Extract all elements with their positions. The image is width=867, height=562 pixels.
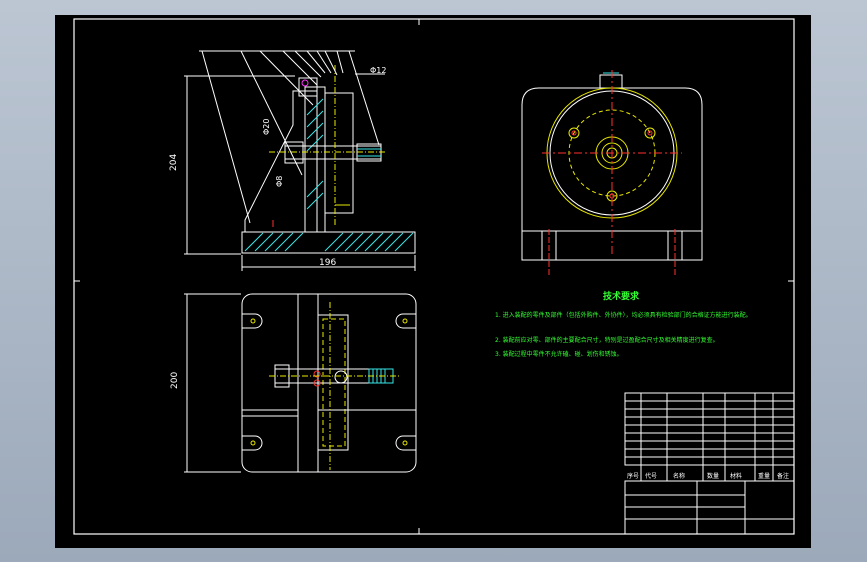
bom-col-name: 名称: [673, 472, 685, 480]
tech-line-2: 2. 装配前应对零、部件的主要配合尺寸，特别是过盈配合尺寸及相关精度进行复查。: [495, 336, 719, 344]
base-plate: [241, 231, 416, 254]
rib: [244, 90, 318, 232]
tech-line-3: 3. 装配过程中零件不允许磕、碰、划伤和锈蚀。: [495, 350, 623, 358]
top-view: 200: [170, 293, 417, 473]
parts-list: 序号 代号 名称 数量 材料 重量 备注: [624, 392, 795, 535]
tech-title: 技术要求: [603, 290, 640, 302]
column-hatch: [306, 98, 324, 210]
tech-line-1: 1. 进入装配的零件及部件（包括外购件、外协件），均必须具有检验部门的合格证方能…: [495, 311, 752, 319]
side-top-lug: [599, 74, 623, 89]
dim-200: 200: [170, 372, 180, 389]
bom-frame: [624, 392, 795, 466]
drawing-canvas: 204 196 Φ12 Φ20 Φ8 200 技术要求 1. 进入装配的零件及部…: [73, 18, 795, 535]
part-leaders: [199, 50, 380, 224]
bom-col-qty: 数量: [707, 472, 719, 480]
cad-viewport[interactable]: 204 196 Φ12 Φ20 Φ8 200 技术要求 1. 进入装配的零件及部…: [55, 15, 811, 548]
dim-196: 196: [319, 258, 336, 268]
bom-col-material: 材料: [730, 472, 742, 480]
dim-204: 204: [169, 154, 179, 171]
front-view: 204 196 Φ12 Φ20 Φ8: [169, 50, 416, 271]
dim-dia-8: Φ8: [275, 176, 284, 187]
bom-col-remark: 备注: [777, 472, 789, 480]
bom-col-weight: 重量: [758, 472, 770, 480]
side-view: [521, 70, 703, 275]
bom-col-code: 代号: [645, 472, 657, 480]
bom-col-no: 序号: [627, 472, 639, 480]
top-slots: [242, 313, 416, 451]
top-knob-pin: [301, 79, 309, 87]
dim-dia-20: Φ20: [262, 119, 271, 135]
base-hatch: [244, 232, 414, 252]
tech-requirements: 技术要求 1. 进入装配的零件及部件（包括外购件、外协件），均必须具有检验部门的…: [495, 290, 752, 358]
bracket: [324, 92, 354, 214]
dim-dia-12: Φ12: [370, 66, 386, 75]
